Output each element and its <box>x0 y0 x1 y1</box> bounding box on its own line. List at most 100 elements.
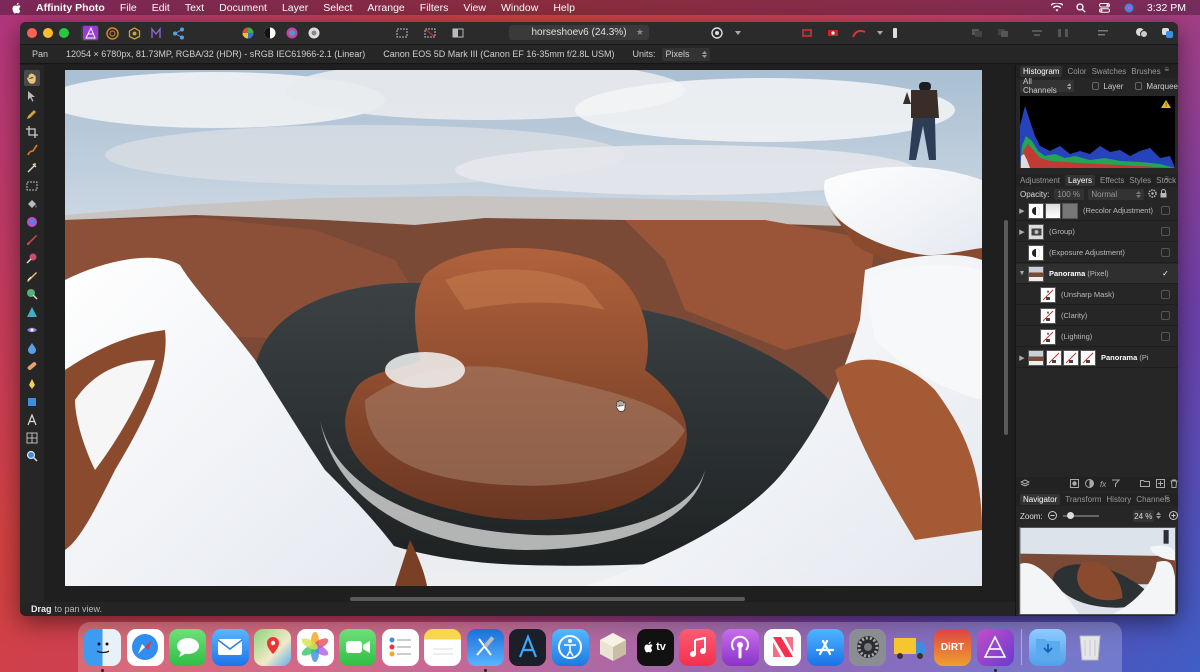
layer-row-exposure[interactable]: (Exposure Adjustment) <box>1016 243 1178 263</box>
hand-tool-icon[interactable] <box>24 70 40 86</box>
layer-visibility-checkbox[interactable] <box>1161 311 1170 320</box>
system-preferences-icon[interactable] <box>849 628 886 666</box>
menu-view[interactable]: View <box>463 2 486 14</box>
move-tool-icon[interactable] <box>24 88 40 104</box>
assistant-icon[interactable] <box>886 25 904 41</box>
liquify-persona-icon[interactable] <box>103 25 121 41</box>
marquee-checkbox[interactable] <box>1135 82 1143 90</box>
chevron-down-icon[interactable] <box>876 25 884 41</box>
blur-brush-tool-icon[interactable] <box>24 286 40 302</box>
crop-tool-icon[interactable] <box>24 124 40 140</box>
color-wheel-icon[interactable] <box>239 25 257 41</box>
wifi-icon[interactable] <box>1050 3 1063 13</box>
quick-mask-icon[interactable] <box>798 25 816 41</box>
music-icon[interactable] <box>679 628 716 666</box>
blend-mode-select[interactable]: Normal <box>1088 188 1145 200</box>
zoom-in-icon[interactable] <box>1169 510 1178 522</box>
adjustment-add-icon[interactable] <box>1085 478 1094 490</box>
layer-row-unsharp-mask[interactable]: (Unsharp Mask) <box>1016 285 1178 305</box>
horizontal-scrollbar[interactable] <box>350 597 745 601</box>
mesh-warp-tool-icon[interactable] <box>24 430 40 446</box>
studio-chat-icon[interactable] <box>1132 25 1150 41</box>
develop-persona-icon[interactable] <box>125 25 143 41</box>
expand-arrow-icon[interactable]: ▶ <box>1018 228 1026 236</box>
invert-selection-icon[interactable] <box>449 25 467 41</box>
trash-icon[interactable] <box>1072 629 1109 666</box>
arrange-back-icon[interactable] <box>968 25 986 41</box>
menu-window[interactable]: Window <box>501 2 538 14</box>
menu-text[interactable]: Text <box>185 2 204 14</box>
minimize-window-button[interactable] <box>43 28 53 38</box>
apple-menu-icon[interactable] <box>12 1 26 14</box>
navigator-preview[interactable] <box>1019 527 1176 615</box>
tab-color[interactable]: Color <box>1067 67 1086 76</box>
levels-icon[interactable] <box>261 25 279 41</box>
layer-row-lighting[interactable]: (Lighting) <box>1016 327 1178 347</box>
notes-icon[interactable] <box>424 628 461 666</box>
facetime-icon[interactable] <box>339 628 376 666</box>
zoom-window-button[interactable] <box>59 28 69 38</box>
layer-visibility-checkbox[interactable] <box>1161 290 1170 299</box>
layer-row-group[interactable]: ▶ (Group) <box>1016 222 1178 242</box>
tab-effects[interactable]: Effects <box>1100 176 1124 185</box>
layer-checkbox[interactable] <box>1092 82 1100 90</box>
zoom-slider[interactable] <box>1062 512 1099 519</box>
chevron-updown-icon[interactable] <box>1156 511 1161 521</box>
menu-select[interactable]: Select <box>323 2 352 14</box>
panel-menu-icon[interactable]: ≡ <box>1164 65 1169 74</box>
news-icon[interactable] <box>764 628 801 666</box>
layer-visibility-checkbox[interactable] <box>1161 206 1170 215</box>
close-window-button[interactable] <box>27 28 37 38</box>
text-tool-icon[interactable] <box>24 412 40 428</box>
smudge-tool-icon[interactable] <box>24 340 40 356</box>
tab-transform[interactable]: Transform <box>1065 495 1101 504</box>
maps-icon[interactable] <box>254 628 291 666</box>
flood-fill-tool-icon[interactable] <box>24 196 40 212</box>
units-select[interactable]: Pixels <box>661 47 710 61</box>
zoom-value-field[interactable]: 24 % <box>1132 510 1154 522</box>
layer-visibility-checkbox[interactable] <box>1161 332 1170 341</box>
hsl-icon[interactable] <box>283 25 301 41</box>
photo-persona-icon[interactable] <box>81 25 99 41</box>
layer-row-panorama-pixel[interactable]: ▼ Panorama (Pixel) ✓ <box>1016 264 1178 284</box>
distribute-icon[interactable] <box>1054 25 1072 41</box>
menu-filters[interactable]: Filters <box>420 2 449 14</box>
messages-icon[interactable] <box>169 628 206 666</box>
gradient-tool-icon[interactable] <box>24 214 40 230</box>
safari-icon[interactable] <box>126 628 164 666</box>
shape-tool-icon[interactable] <box>24 394 40 410</box>
refine-mask-icon[interactable] <box>824 25 842 41</box>
expand-arrow-icon[interactable]: ▶ <box>1018 207 1026 215</box>
vertical-scrollbar[interactable] <box>1004 220 1008 435</box>
accessibility-inspector-icon[interactable] <box>551 628 589 666</box>
dirt-rally-icon[interactable]: DiRT <box>934 628 971 666</box>
menu-file[interactable]: File <box>120 2 137 14</box>
red-eye-tool-icon[interactable] <box>24 322 40 338</box>
siri-icon[interactable] <box>1123 3 1135 13</box>
live-filter-add-icon[interactable] <box>1111 479 1121 490</box>
mask-layer-icon[interactable] <box>1070 478 1079 490</box>
transmit-icon[interactable] <box>892 629 929 666</box>
align-menu-icon[interactable] <box>1094 25 1112 41</box>
inpainting-tool-icon[interactable] <box>24 304 40 320</box>
expand-arrow-icon[interactable]: ▶ <box>1018 354 1026 362</box>
tone-mapping-persona-icon[interactable] <box>147 25 165 41</box>
channel-select[interactable]: All Channels <box>1020 77 1075 95</box>
export-persona-icon[interactable] <box>169 25 187 41</box>
delete-layer-icon[interactable] <box>1170 479 1178 490</box>
new-layer-icon[interactable] <box>1156 478 1166 490</box>
app-menu[interactable]: Affinity Photo <box>36 2 105 14</box>
paint-brush-tool-icon[interactable] <box>24 232 40 248</box>
menu-document[interactable]: Document <box>219 2 267 14</box>
app-store-icon[interactable] <box>806 628 844 666</box>
view-mode-icon[interactable] <box>708 25 726 41</box>
layer-row-panorama-2[interactable]: ▶ Panorama (Pi <box>1016 348 1178 368</box>
mail-icon[interactable] <box>211 628 249 666</box>
align-icon[interactable] <box>1028 25 1046 41</box>
layer-visibility-checkbox[interactable] <box>1161 227 1170 236</box>
search-icon[interactable] <box>1075 2 1087 13</box>
marquee-select-icon[interactable] <box>393 25 411 41</box>
menu-layer[interactable]: Layer <box>282 2 308 14</box>
white-balance-icon[interactable] <box>305 25 323 41</box>
document-tab[interactable]: horseshoev6 (24.3%) ★ <box>509 25 649 40</box>
